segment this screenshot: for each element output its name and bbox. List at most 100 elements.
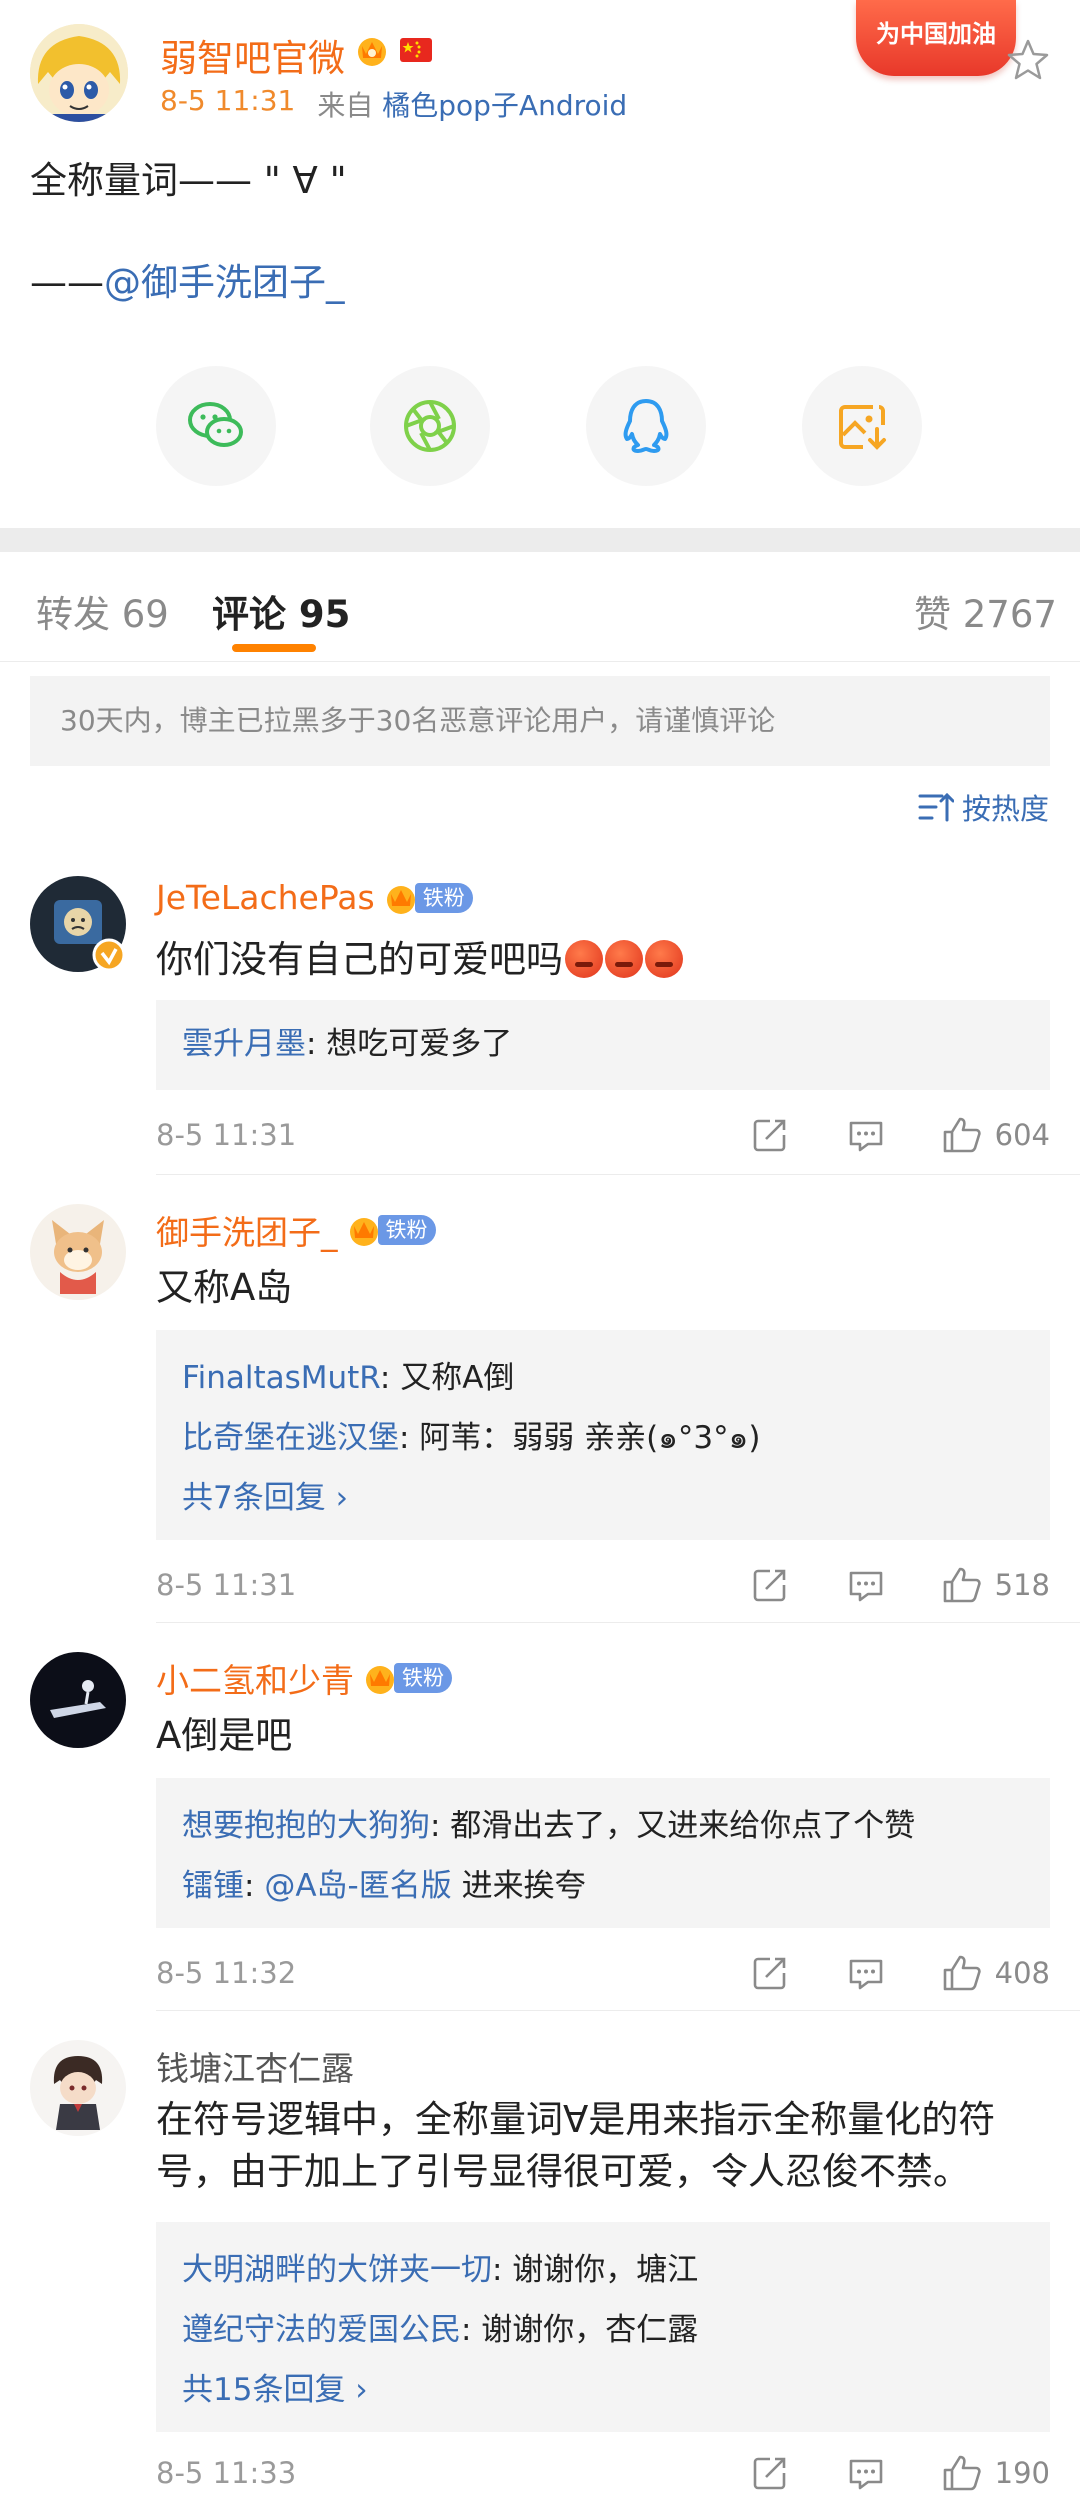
save-image-button[interactable]: [802, 366, 922, 486]
view-more-replies-link[interactable]: 共7条回复 ›: [182, 1468, 1024, 1528]
commenter-avatar[interactable]: [30, 1204, 126, 1300]
wechat-icon: [188, 402, 243, 447]
reply-box[interactable]: 雲升月墨: 想吃可爱多了: [156, 1000, 1050, 1090]
reply-button[interactable]: [841, 1110, 891, 1160]
like-count: 190: [994, 2456, 1050, 2490]
fan-badge[interactable]: 铁粉: [346, 1212, 436, 1248]
reply-text: : 又称A倒: [379, 1360, 515, 1396]
reply-box[interactable]: FinaltasMutR: 又称A倒 比奇堡在逃汉堡: 阿苇：弱弱 亲亲(๑°3…: [156, 1330, 1050, 1540]
campaign-badge[interactable]: 为中国加油: [856, 0, 1016, 76]
reply-box[interactable]: 大明湖畔的大饼夹一切: 谢谢你，塘江 遵纪守法的爱国公民: 谢谢你，杏仁露 共1…: [156, 2222, 1050, 2432]
repost-button[interactable]: [745, 1560, 795, 1610]
comment-footer: 8-5 11:31 518: [156, 1560, 1050, 1610]
like-button[interactable]: [937, 1110, 987, 1160]
moments-icon: [404, 400, 456, 452]
avatar-illustration: [30, 24, 128, 122]
commenter-name[interactable]: JeTeLachePas: [156, 878, 375, 917]
share-wechat-button[interactable]: [156, 366, 276, 486]
reply-author[interactable]: 想要抱抱的大狗狗: [182, 1808, 430, 1844]
reply-author[interactable]: FinaltasMutR: [182, 1360, 380, 1396]
reply-author[interactable]: 雲升月墨: [182, 1026, 306, 1062]
thumbs-up-icon: [943, 1567, 981, 1603]
share-moments-button[interactable]: [370, 366, 490, 486]
comment-header: 御手洗团子_ 铁粉: [156, 1206, 436, 1254]
fan-badge-label: 铁粉: [377, 1215, 436, 1245]
commenter-avatar[interactable]: [30, 1652, 126, 1748]
post-text-prefix: ——: [30, 261, 104, 304]
sort-icon: [918, 792, 954, 822]
fan-crown-icon: [386, 885, 415, 914]
comment-time: 8-5 11:31: [156, 1568, 297, 1602]
reply-item: 雲升月墨: 想吃可爱多了: [182, 1014, 1024, 1074]
fan-badge[interactable]: 铁粉: [383, 880, 473, 916]
comment-actions: 604: [699, 1110, 1050, 1160]
reply-button[interactable]: [841, 1948, 891, 1998]
fan-crown-icon: [366, 1666, 394, 1694]
reply-button[interactable]: [841, 2448, 891, 2498]
qq-icon: [623, 399, 669, 453]
comment-time: 8-5 11:33: [156, 2456, 297, 2490]
repost-button[interactable]: [745, 1948, 795, 1998]
source-link[interactable]: 橘色pop子Android: [382, 89, 627, 122]
comment-text: A倒是吧: [156, 1714, 293, 1757]
commenter-name[interactable]: 钱塘江杏仁露: [156, 2042, 354, 2090]
avatar-illustration: [30, 2040, 126, 2136]
source-prefix: 来自: [317, 89, 374, 122]
like-count: 408: [994, 1956, 1050, 1990]
reply-item: FinaltasMutR: 又称A倒: [182, 1348, 1024, 1408]
reply-author[interactable]: 大明湖畔的大饼夹一切: [182, 2252, 492, 2288]
comment-icon: [849, 1959, 882, 1990]
commenter-name[interactable]: 小二氢和少青: [156, 1654, 354, 1702]
reply-box[interactable]: 想要抱抱的大狗狗: 都滑出去了，又进来给你点了个赞 镭锺: @A岛-匿名版 进来…: [156, 1778, 1050, 1928]
comment-header: JeTeLachePas 铁粉: [156, 878, 473, 917]
view-more-replies-link[interactable]: 共15条回复 ›: [182, 2360, 1024, 2420]
sort-by-hot-button[interactable]: 按热度: [918, 786, 1049, 828]
tab-likes[interactable]: 赞 2767: [914, 584, 1057, 638]
comment-header: 小二氢和少青 铁粉: [156, 1654, 452, 1702]
author-avatar[interactable]: [30, 24, 128, 122]
favorite-star-icon[interactable]: [1004, 36, 1052, 84]
reply-author[interactable]: 比奇堡在逃汉堡: [182, 1420, 399, 1456]
comment-footer: 8-5 11:33 190: [156, 2448, 1050, 2498]
reply-author[interactable]: 遵纪守法的爱国公民: [182, 2312, 461, 2348]
comment-divider: [156, 1622, 1080, 1623]
share-qq-button[interactable]: [586, 366, 706, 486]
reply-author[interactable]: 镭锺: [182, 1868, 244, 1904]
comment-text-content: 你们没有自己的可爱吧吗: [156, 938, 563, 981]
comment-time: 8-5 11:32: [156, 1956, 297, 1990]
like-button[interactable]: [937, 1560, 987, 1610]
fan-badge-label: 铁粉: [414, 882, 473, 913]
commenter-name[interactable]: 御手洗团子_: [156, 1206, 338, 1254]
tab-comments[interactable]: 评论 95: [212, 584, 350, 638]
reply-button[interactable]: [841, 1560, 891, 1610]
thumbs-up-icon: [943, 2455, 981, 2491]
repost-button[interactable]: [745, 1110, 795, 1160]
repost-icon: [753, 1957, 785, 1990]
commenter-avatar[interactable]: [30, 2040, 126, 2136]
post-source: 来自 橘色pop子Android: [317, 84, 627, 124]
repost-icon: [753, 1569, 785, 1602]
like-button[interactable]: [937, 1948, 987, 1998]
reply-text: : 阿苇：弱弱 亲亲(๑°3°๑): [399, 1420, 761, 1456]
comment-icon: [849, 1121, 882, 1152]
angry-emoji-icon: [645, 940, 683, 978]
post-meta: 8-5 11:31 来自 橘色pop子Android: [160, 84, 627, 124]
share-row: [0, 366, 1080, 490]
author-name[interactable]: 弱智吧官微: [160, 28, 345, 82]
comment-icon: [849, 1571, 882, 1602]
fan-crown-icon: [349, 1218, 378, 1246]
comment-divider: [156, 1174, 1080, 1175]
comment-time: 8-5 11:31: [156, 1118, 297, 1152]
reply-item: 大明湖畔的大饼夹一切: 谢谢你，塘江: [182, 2240, 1024, 2300]
post-time: 8-5 11:31: [160, 84, 296, 117]
reply-mention-link[interactable]: @A岛-匿名版: [264, 1868, 451, 1904]
repost-button[interactable]: [745, 2448, 795, 2498]
post-card: 弱智吧官微 8-5 11:31 来自 橘色pop子Android 为中国加油 全…: [0, 0, 1080, 528]
comment-item: 小二氢和少青 铁粉 A倒是吧 想要抱抱的大狗狗: 都滑出去了，又进来给你点了个赞…: [0, 1652, 1080, 2022]
like-button[interactable]: [937, 2448, 987, 2498]
author-badges: [354, 32, 434, 68]
tab-reposts[interactable]: 转发 69: [36, 584, 169, 638]
post-mention-link[interactable]: @御手洗团子_: [104, 261, 345, 304]
angry-emoji-icon: [565, 940, 603, 978]
fan-badge[interactable]: 铁粉: [362, 1660, 452, 1696]
